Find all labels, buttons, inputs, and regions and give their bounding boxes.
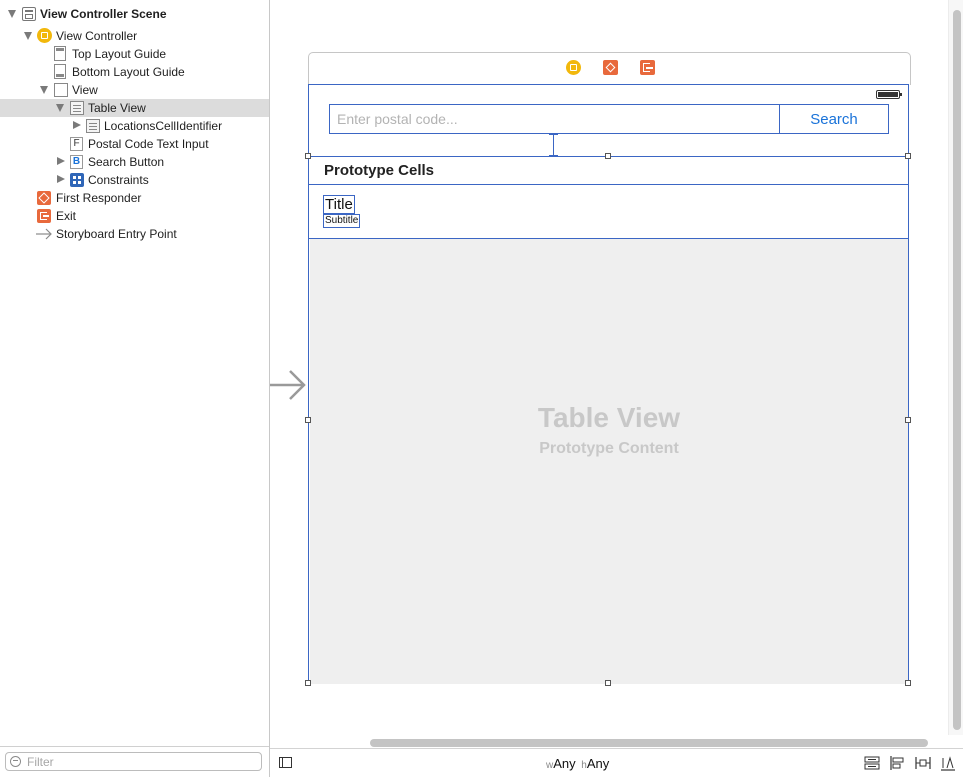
outline-item-exit[interactable]: Exit bbox=[0, 207, 269, 225]
scene-dock bbox=[308, 52, 911, 85]
button-icon: B bbox=[70, 155, 83, 169]
resize-handle[interactable] bbox=[905, 417, 911, 423]
outline-label: Search Button bbox=[88, 155, 165, 169]
outline-item-view-controller-scene[interactable]: View Controller Scene bbox=[0, 5, 269, 23]
outline-item-postal-code-input[interactable]: F Postal Code Text Input bbox=[0, 135, 269, 153]
outline-label: Table View bbox=[88, 101, 146, 115]
constraint-cap-top bbox=[549, 134, 558, 135]
resize-handle[interactable] bbox=[605, 153, 611, 159]
storyboard-entry-arrow-icon[interactable] bbox=[270, 368, 310, 402]
outline-item-search-button[interactable]: B Search Button bbox=[0, 153, 269, 171]
outline-item-storyboard-entry-point[interactable]: Storyboard Entry Point bbox=[0, 225, 269, 243]
canvas-bottom-bar: wAny hAny bbox=[270, 748, 963, 778]
size-class-control[interactable]: wAny hAny bbox=[546, 756, 609, 771]
layout-guide-icon bbox=[54, 46, 66, 61]
button-badge: B bbox=[72, 156, 81, 167]
search-button-label: Search bbox=[810, 111, 858, 128]
view-controller-icon[interactable] bbox=[566, 60, 581, 75]
outline-label: Top Layout Guide bbox=[72, 47, 167, 61]
resize-handle[interactable] bbox=[605, 680, 611, 686]
disclosure-open-icon[interactable] bbox=[24, 32, 32, 40]
pin-icon[interactable] bbox=[915, 755, 931, 771]
toggle-outline-icon[interactable] bbox=[279, 757, 292, 768]
exit-icon[interactable] bbox=[640, 60, 655, 75]
outline-item-constraints[interactable]: Constraints bbox=[0, 171, 269, 189]
layout-guide-icon bbox=[54, 64, 66, 79]
outline-label: Bottom Layout Guide bbox=[72, 65, 185, 79]
outline-label: Storyboard Entry Point bbox=[56, 227, 177, 241]
outline-label: View Controller bbox=[56, 29, 138, 43]
filter-field[interactable]: Filter bbox=[5, 752, 262, 771]
outline-item-table-view[interactable]: Table View bbox=[0, 99, 269, 117]
cell-subtitle-label[interactable]: Subtitle bbox=[323, 214, 361, 228]
table-cell-icon bbox=[86, 119, 100, 133]
view-icon bbox=[54, 83, 68, 97]
resize-handle[interactable] bbox=[305, 153, 311, 159]
width-class-value: Any bbox=[553, 756, 576, 771]
stack-icon[interactable] bbox=[864, 756, 880, 770]
resize-handle[interactable] bbox=[305, 680, 311, 686]
search-placeholder: Enter postal code... bbox=[337, 111, 458, 127]
document-outline: View Controller Scene View Controller To… bbox=[0, 0, 270, 777]
outline-label: Exit bbox=[56, 209, 77, 223]
outline-label: View Controller Scene bbox=[40, 7, 167, 21]
disclosure-closed-icon[interactable] bbox=[57, 175, 65, 183]
outline-item-view-controller[interactable]: View Controller bbox=[0, 27, 269, 45]
outline-label: LocationsCellIdentifier bbox=[104, 119, 223, 133]
prototype-content-watermark: Prototype Content bbox=[539, 440, 679, 457]
disclosure-closed-icon[interactable] bbox=[73, 121, 81, 129]
outline-label: Postal Code Text Input bbox=[88, 137, 209, 151]
filter-icon bbox=[10, 756, 21, 767]
disclosure-closed-icon[interactable] bbox=[57, 157, 65, 165]
prototype-cells-header: Prototype Cells bbox=[309, 156, 908, 185]
scene-view[interactable]: Enter postal code... Search Prototype Ce… bbox=[308, 84, 909, 684]
constraints-icon bbox=[70, 173, 84, 187]
outline-item-top-layout-guide[interactable]: Top Layout Guide bbox=[0, 45, 269, 63]
outline-label: View bbox=[72, 83, 98, 97]
outline-label: First Responder bbox=[56, 191, 142, 205]
text-field-badge: F bbox=[73, 138, 80, 149]
scene-icon bbox=[22, 7, 36, 21]
view-controller-icon bbox=[37, 28, 52, 43]
table-view-watermark: Table View bbox=[537, 402, 681, 433]
resize-handle[interactable] bbox=[905, 680, 911, 686]
outline-label: Constraints bbox=[88, 173, 149, 187]
disclosure-open-icon[interactable] bbox=[56, 104, 64, 112]
resolve-issues-icon[interactable] bbox=[940, 755, 956, 771]
horizontal-scrollbar[interactable] bbox=[370, 739, 928, 747]
entry-arrow-icon bbox=[36, 228, 52, 240]
first-responder-icon bbox=[37, 191, 51, 205]
exit-icon bbox=[37, 209, 51, 223]
align-icon[interactable] bbox=[889, 755, 905, 771]
text-field-icon: F bbox=[70, 137, 83, 151]
battery-icon bbox=[876, 90, 902, 99]
cell-title-label[interactable]: Title bbox=[323, 195, 355, 214]
vertical-scrollbar[interactable] bbox=[953, 10, 961, 730]
table-view-icon bbox=[70, 101, 84, 115]
disclosure-open-icon[interactable] bbox=[40, 86, 48, 94]
resize-handle[interactable] bbox=[905, 153, 911, 159]
prototype-cells-label: Prototype Cells bbox=[324, 162, 435, 179]
outline-item-bottom-layout-guide[interactable]: Bottom Layout Guide bbox=[0, 63, 269, 81]
filter-bar: Filter bbox=[0, 746, 269, 778]
first-responder-icon[interactable] bbox=[603, 60, 618, 75]
prototype-cell[interactable]: Title Subtitle bbox=[309, 185, 908, 239]
postal-code-input[interactable]: Enter postal code... bbox=[329, 104, 780, 134]
vertical-constraint[interactable] bbox=[553, 134, 554, 156]
outline-item-first-responder[interactable]: First Responder bbox=[0, 189, 269, 207]
search-button[interactable]: Search bbox=[779, 104, 889, 134]
disclosure-open-icon[interactable] bbox=[8, 10, 16, 18]
resize-handle[interactable] bbox=[305, 417, 311, 423]
outline-item-locations-cell[interactable]: LocationsCellIdentifier bbox=[0, 117, 269, 135]
table-view-content[interactable]: Table View Prototype Content bbox=[310, 239, 908, 684]
filter-placeholder: Filter bbox=[27, 755, 54, 769]
outline-item-view[interactable]: View bbox=[0, 81, 269, 99]
height-class-value: Any bbox=[586, 756, 610, 771]
